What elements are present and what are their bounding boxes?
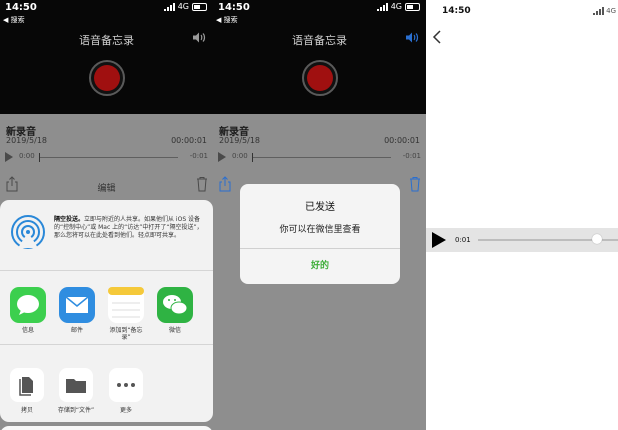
folder-icon — [59, 368, 93, 402]
status-bar: 14:50 4G — [0, 0, 213, 14]
record-dot — [306, 65, 333, 91]
notes-icon — [108, 287, 144, 323]
record-button[interactable] — [88, 60, 125, 96]
edit-button[interactable]: 编辑 — [0, 181, 213, 194]
share-app-wechat[interactable]: 微信 — [155, 287, 195, 334]
elapsed-time: 0:00 — [19, 152, 35, 160]
back-to-search-link[interactable]: ◀ 搜索 — [3, 15, 25, 25]
recorder-header: 14:50 4G ◀ 搜索 语音备忘录 — [0, 0, 213, 114]
elapsed-time: 0:00 — [232, 152, 248, 160]
status-bar: 14:50 4G — [213, 0, 426, 14]
network-type: 4G — [390, 2, 402, 11]
action-save-to-files[interactable]: 存储到“文件” — [56, 368, 96, 414]
share-apps-row: 信息 邮件 添加到“备忘录” 微信 — [0, 278, 213, 345]
trash-icon[interactable] — [196, 176, 208, 192]
back-to-search-link[interactable]: ◀ 搜索 — [216, 15, 238, 25]
recording-duration: 00:00:01 — [384, 136, 420, 145]
page-title: 语音备忘录 — [79, 34, 134, 47]
network-type: 4G — [177, 2, 189, 11]
share-app-mail[interactable]: 邮件 — [57, 287, 97, 334]
action-copy[interactable]: 拷贝 — [7, 368, 47, 414]
player-knob[interactable] — [592, 234, 602, 244]
airdrop-description: 隔空投送。立即与附近的人共享。如果他们从 iOS 设备的“控制中心”或 Mac … — [54, 216, 203, 240]
battery-icon — [405, 2, 420, 11]
speaker-icon[interactable] — [192, 31, 206, 44]
back-chevron-icon[interactable] — [432, 30, 442, 44]
alert-message: 你可以在微信里查看 — [279, 225, 361, 235]
speaker-icon[interactable] — [405, 31, 419, 44]
copy-icon — [10, 368, 44, 402]
share-sheet: 隔空投送。立即与附近的人共享。如果他们从 iOS 设备的“控制中心”或 Mac … — [0, 200, 213, 422]
remaining-time: -0:01 — [189, 152, 208, 160]
recording-date: 2019/5/18 — [6, 136, 48, 145]
airdrop-section[interactable]: 隔空投送。立即与附近的人共享。如果他们从 iOS 设备的“控制中心”或 Mac … — [0, 200, 213, 271]
action-label: 更多 — [119, 407, 132, 414]
scrubber-knob[interactable] — [252, 153, 253, 162]
recording-toolbar: 编辑 — [0, 176, 213, 196]
status-time: 14:50 — [218, 2, 250, 13]
recording-date: 2019/5/18 — [219, 136, 261, 145]
more-icon — [109, 368, 143, 402]
share-app-messages[interactable]: 信息 — [8, 287, 48, 334]
app-label: 邮件 — [70, 327, 83, 334]
mail-icon — [59, 287, 95, 323]
player-time: 0:01 — [455, 236, 471, 244]
cancel-sheet-edge[interactable] — [0, 426, 213, 430]
ok-button[interactable]: 好的 — [240, 248, 400, 284]
scrubber-track[interactable] — [252, 153, 391, 162]
alert-title: 已发送 — [305, 202, 335, 213]
play-icon[interactable] — [432, 232, 446, 248]
status-time: 14:50 — [5, 2, 37, 13]
status-indicators: 4G — [376, 2, 420, 11]
recording-duration: 00:00:01 — [171, 136, 207, 145]
play-icon[interactable] — [5, 152, 13, 162]
action-label: 拷贝 — [20, 407, 33, 414]
play-icon[interactable] — [218, 152, 226, 162]
signal-icon — [593, 7, 605, 15]
recorder-header: 14:50 4G ◀ 搜索 语音备忘录 — [213, 0, 426, 114]
signal-icon — [163, 2, 175, 11]
status-bar: 14:50 4G — [426, 0, 618, 16]
app-label: 信息 — [21, 327, 34, 334]
share-sheet-panel: 14:50 4G ◀ 搜索 语音备忘录 新录音 2019/5/18 00:00:… — [0, 0, 213, 430]
scrubber-track[interactable] — [39, 153, 178, 162]
app-label: 微信 — [168, 327, 181, 334]
app-label: 添加到“备忘录” — [109, 327, 143, 341]
wechat-icon — [157, 287, 193, 323]
share-actions-row: 拷贝 存储到“文件” 更多 — [0, 350, 213, 422]
messages-icon — [10, 287, 46, 323]
playback-row: 0:00 -0:01 — [5, 151, 208, 163]
playback-row: 0:00 -0:01 — [218, 151, 421, 163]
airdrop-icon — [11, 215, 45, 249]
battery-icon — [192, 2, 207, 11]
record-button[interactable] — [301, 60, 338, 96]
wechat-player-panel: 14:50 4G 0:01 — [426, 0, 618, 430]
action-more[interactable]: 更多 — [106, 368, 146, 414]
status-indicators: 4G — [163, 2, 207, 11]
signal-icon — [376, 2, 388, 11]
share-app-notes[interactable]: 添加到“备忘录” — [106, 287, 146, 341]
record-dot — [93, 65, 120, 91]
status-indicators: 4G — [593, 7, 616, 15]
network-type: 4G — [606, 7, 616, 15]
airdrop-title: 隔空投送。 — [54, 216, 85, 223]
action-label: 存储到“文件” — [57, 407, 95, 414]
scrubber-knob[interactable] — [39, 153, 40, 162]
trash-icon[interactable] — [409, 176, 421, 192]
sent-alert-dialog: 已发送 你可以在微信里查看 好的 — [240, 184, 400, 284]
page-title: 语音备忘录 — [292, 34, 347, 47]
share-icon[interactable] — [219, 176, 231, 192]
audio-player-bar: 0:01 — [426, 228, 618, 252]
remaining-time: -0:01 — [402, 152, 421, 160]
sent-alert-panel: 14:50 4G ◀ 搜索 语音备忘录 新录音 2019/5/18 00:00:… — [213, 0, 426, 430]
status-time: 14:50 — [442, 6, 471, 16]
